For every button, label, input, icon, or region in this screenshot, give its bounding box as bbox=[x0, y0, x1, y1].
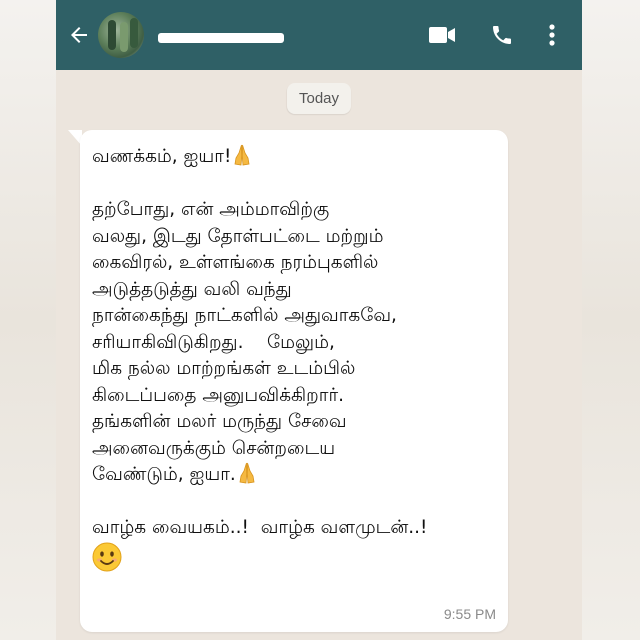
video-call-button[interactable] bbox=[412, 0, 472, 70]
message-line: தற்போது, என் அம்மாவிற்கு bbox=[92, 199, 330, 220]
message-line: வணக்கம், ஐயா! bbox=[92, 144, 496, 171]
voice-call-button[interactable] bbox=[472, 0, 532, 70]
message-timestamp: 9:55 PM bbox=[443, 606, 496, 622]
back-arrow-icon bbox=[71, 27, 87, 43]
chat-header bbox=[56, 0, 582, 70]
message-line: தங்களின் மலர் மருந்து சேவை bbox=[92, 411, 347, 432]
background-right bbox=[582, 0, 640, 640]
smiling-face-icon bbox=[92, 542, 122, 571]
video-call-icon bbox=[429, 27, 455, 43]
message-line bbox=[92, 542, 496, 576]
message-line: நான்கைந்து நாட்களில் அதுவாகவே, bbox=[92, 305, 397, 326]
message-line: கிடைப்பதை அனுபவிக்கிறார். bbox=[92, 384, 344, 406]
phone-icon bbox=[493, 26, 511, 44]
message-line: வலது, இடது தோள்பட்டை மற்றும் bbox=[92, 225, 384, 247]
message-bubble[interactable]: வணக்கம், ஐயா! தற்போது, என் அம்மாவிற்கு வ… bbox=[80, 130, 508, 632]
message-line: மிக நல்ல மாற்றங்கள் உடம்பில் bbox=[92, 358, 356, 379]
back-button[interactable] bbox=[60, 0, 98, 70]
folded-hands-icon bbox=[234, 144, 250, 166]
message-line: அனைவருக்கும் சென்றடைய bbox=[92, 437, 336, 459]
contact-name-redacted[interactable] bbox=[158, 33, 284, 43]
message-line: சரியாகிவிடுகிறது. மேலும், bbox=[92, 331, 335, 353]
message-line: கைவிரல், உள்ளங்கை நரம்புகளில் bbox=[92, 252, 379, 273]
background-left bbox=[0, 0, 56, 640]
message-line: அடுத்தடுத்து வலி வந்து bbox=[92, 278, 292, 300]
avatar[interactable] bbox=[98, 12, 144, 58]
more-vert-icon bbox=[549, 24, 555, 46]
folded-hands-icon bbox=[239, 462, 255, 484]
message-line: வாழ்க வையகம்..! வாழ்க வளமுடன்..! bbox=[92, 517, 428, 538]
message-line: வேண்டும், ஐயா. bbox=[92, 462, 496, 489]
date-chip: Today bbox=[286, 83, 352, 114]
message-text: வணக்கம், ஐயா! தற்போது, என் அம்மாவிற்கு வ… bbox=[92, 144, 496, 576]
more-options-button[interactable] bbox=[532, 0, 572, 70]
